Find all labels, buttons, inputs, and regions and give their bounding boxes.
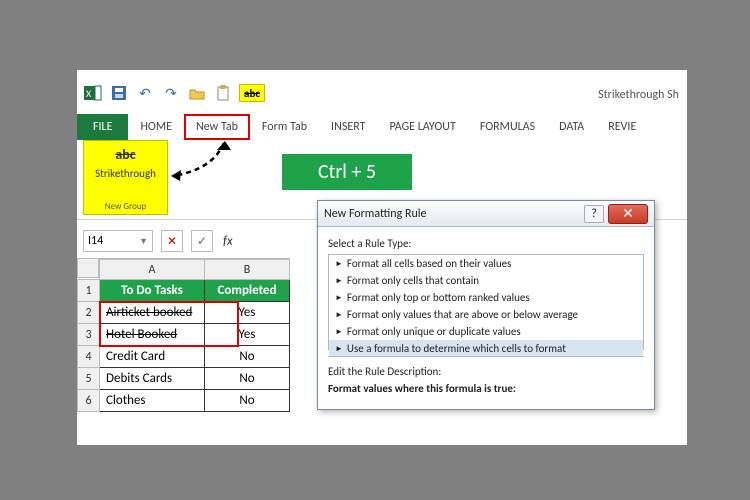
name-box-value: I14 <box>88 234 103 248</box>
ribbon-tabs: FILE HOME New Tab Form Tab INSERT PAGE L… <box>77 114 648 140</box>
paste-icon[interactable] <box>213 84 233 102</box>
tab-form-tab[interactable]: Form Tab <box>250 114 319 140</box>
rule-item-unique-dup[interactable]: ►Format only unique or duplicate values <box>329 323 643 340</box>
excel-icon[interactable]: X <box>83 84 103 102</box>
save-icon[interactable] <box>109 84 129 102</box>
shortcut-callout: Ctrl + 5 <box>282 154 412 190</box>
cancel-formula-icon[interactable]: ✕ <box>161 230 183 252</box>
tab-formulas[interactable]: FORMULAS <box>468 114 547 140</box>
triangle-icon: ► <box>335 259 343 269</box>
row-header-5[interactable]: 5 <box>78 368 100 390</box>
row-header-2[interactable]: 2 <box>78 302 100 324</box>
row-header-1[interactable]: 1 <box>78 280 100 302</box>
chevron-down-icon: ▼ <box>139 236 148 247</box>
column-header-a[interactable]: A <box>100 260 205 280</box>
strikethrough-qat-text: abc <box>244 87 260 100</box>
row-header-3[interactable]: 3 <box>78 324 100 346</box>
cell-A3[interactable]: Hotel Booked <box>100 324 205 346</box>
cell-A1[interactable]: To Do Tasks <box>100 280 205 302</box>
dialog-body: Select a Rule Type: ►Format all cells ba… <box>318 227 654 405</box>
triangle-icon: ► <box>335 327 343 337</box>
ribbon-group-caption: New Group <box>105 201 147 212</box>
tab-review[interactable]: REVIE <box>596 114 648 140</box>
undo-icon[interactable]: ↶ <box>135 84 155 102</box>
cell-B4[interactable]: No <box>205 346 290 368</box>
cell-A4[interactable]: Credit Card <box>100 346 205 368</box>
name-bar: I14 ▼ ✕ ✓ fx <box>77 230 233 252</box>
rule-item-all-cells[interactable]: ►Format all cells based on their values <box>329 255 643 272</box>
cell-B3[interactable]: Yes <box>205 324 290 346</box>
triangle-icon: ► <box>335 276 343 286</box>
spreadsheet-grid[interactable]: A B 1 To Do Tasks Completed 2 Airticket … <box>77 258 290 412</box>
triangle-icon: ► <box>335 344 343 354</box>
cell-A6[interactable]: Clothes <box>100 390 205 412</box>
quick-access-toolbar: X ↶ ↷ abc <box>83 84 265 102</box>
rule-description-section: Edit the Rule Description: Format values… <box>328 356 644 395</box>
row-header-4[interactable]: 4 <box>78 346 100 368</box>
fx-label[interactable]: fx <box>223 234 233 249</box>
cell-A2[interactable]: Airticket booked <box>100 302 205 324</box>
dialog-help-button[interactable]: ? <box>584 205 604 223</box>
tab-insert[interactable]: INSERT <box>319 114 377 140</box>
triangle-icon: ► <box>335 310 343 320</box>
cell-B2[interactable]: Yes <box>205 302 290 324</box>
triangle-icon: ► <box>335 293 343 303</box>
redo-icon[interactable]: ↷ <box>161 84 181 102</box>
edit-rule-description-label: Edit the Rule Description: <box>328 365 644 378</box>
dialog-close-button[interactable]: ✕ <box>608 204 648 224</box>
rule-item-top-bottom[interactable]: ►Format only top or bottom ranked values <box>329 289 643 306</box>
tab-data[interactable]: DATA <box>547 114 596 140</box>
rule-item-cells-contain[interactable]: ►Format only cells that contain <box>329 272 643 289</box>
strikethrough-qat-icon[interactable]: abc <box>239 84 265 102</box>
enter-formula-icon[interactable]: ✓ <box>191 230 213 252</box>
column-header-b[interactable]: B <box>205 260 290 280</box>
tab-page-layout[interactable]: PAGE LAYOUT <box>377 114 467 140</box>
ribbon-group-strikethrough[interactable]: abc Strikethrough New Group <box>83 140 168 215</box>
formula-true-label: Format values where this formula is true… <box>328 382 644 395</box>
rule-item-above-below[interactable]: ►Format only values that are above or be… <box>329 306 643 323</box>
strikethrough-group-icon: abc <box>115 146 135 163</box>
dialog-titlebar[interactable]: New Formatting Rule ? ✕ <box>318 201 654 227</box>
open-icon[interactable] <box>187 84 207 102</box>
row-header-6[interactable]: 6 <box>78 390 100 412</box>
cell-B5[interactable]: No <box>205 368 290 390</box>
dialog-title-text: New Formatting Rule <box>324 207 427 221</box>
excel-window: X ↶ ↷ abc Strikethrough Sh FILE HOME New… <box>77 70 687 445</box>
rule-type-list[interactable]: ►Format all cells based on their values … <box>328 254 644 350</box>
cell-A5[interactable]: Debits Cards <box>100 368 205 390</box>
name-box[interactable]: I14 ▼ <box>83 230 153 252</box>
svg-text:X: X <box>86 87 92 100</box>
rule-item-formula[interactable]: ►Use a formula to determine which cells … <box>329 340 643 357</box>
select-rule-type-label: Select a Rule Type: <box>328 237 644 250</box>
strikethrough-group-label: Strikethrough <box>95 167 156 180</box>
tab-new-tab[interactable]: New Tab <box>184 114 250 140</box>
window-title: Strikethrough Sh <box>598 88 679 102</box>
tab-home[interactable]: HOME <box>128 114 184 140</box>
new-formatting-rule-dialog: New Formatting Rule ? ✕ Select a Rule Ty… <box>317 200 655 410</box>
cell-B6[interactable]: No <box>205 390 290 412</box>
cell-B1[interactable]: Completed <box>205 280 290 302</box>
tab-file[interactable]: FILE <box>77 114 128 140</box>
